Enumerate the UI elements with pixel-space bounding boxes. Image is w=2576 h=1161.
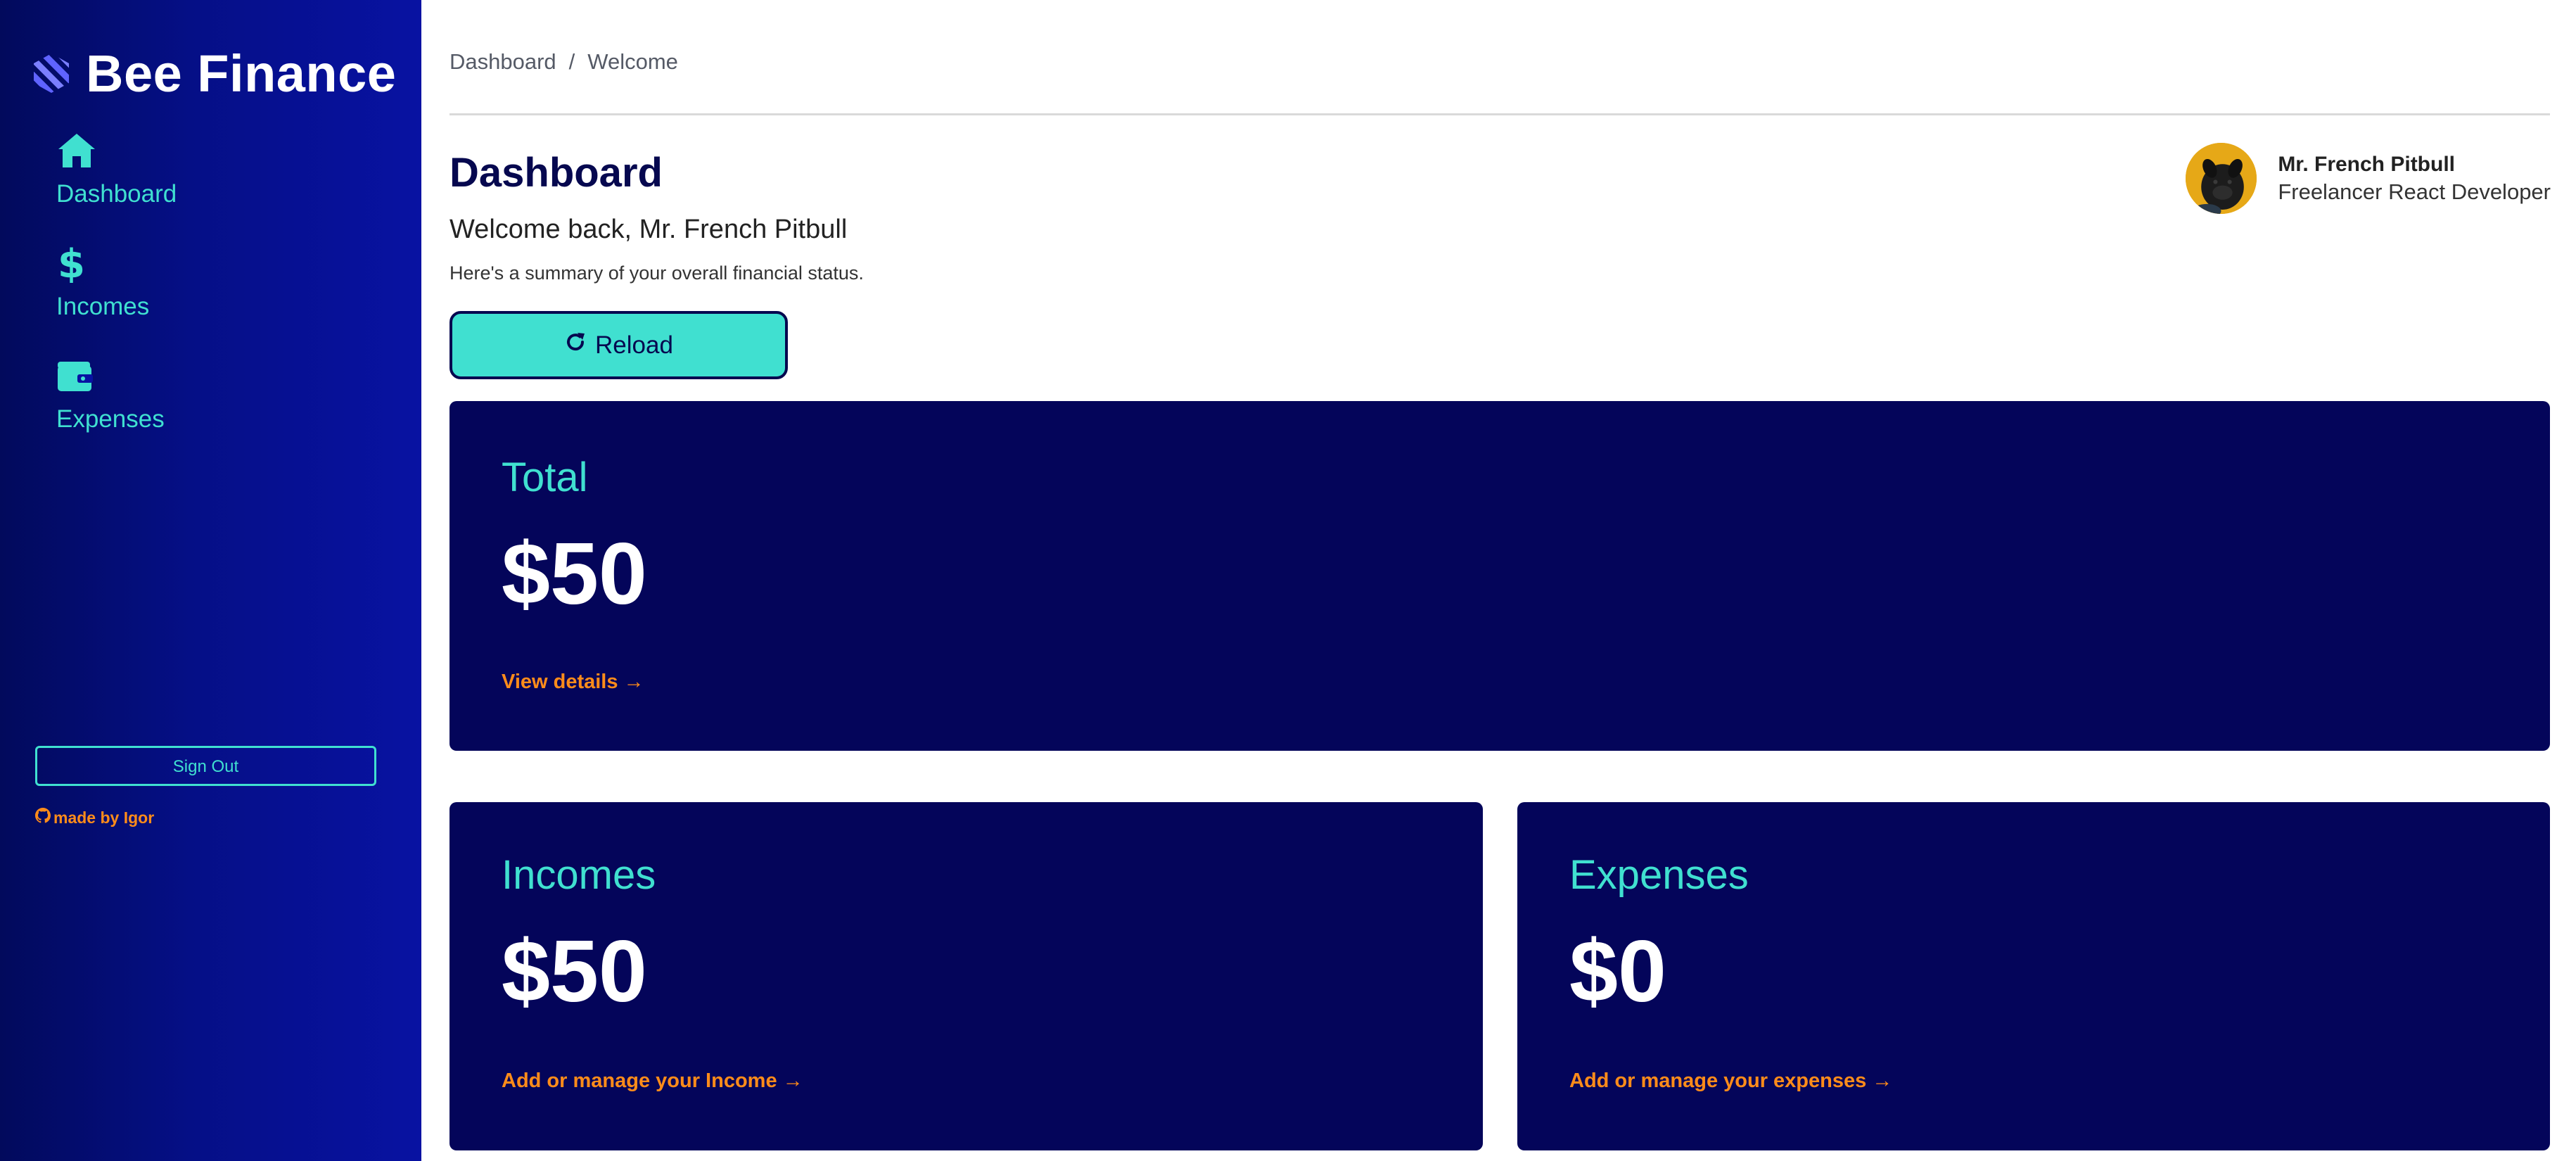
sidebar-item-dashboard[interactable]: Dashboard xyxy=(56,131,380,243)
home-icon xyxy=(56,131,97,170)
expenses-card-value: $0 xyxy=(1569,923,1666,1020)
incomes-card-value: $50 xyxy=(502,923,647,1020)
sidebar-item-expenses[interactable]: Expenses xyxy=(56,356,380,469)
manage-income-link[interactable]: Add or manage your Income → xyxy=(502,1070,803,1093)
reload-button[interactable]: Reload xyxy=(449,311,788,379)
made-by-link[interactable]: made by Igor xyxy=(35,808,154,827)
profile-text: Mr. French Pitbull Freelancer React Deve… xyxy=(2278,151,2551,206)
expenses-card: Expenses $0 Add or manage your expenses → xyxy=(1517,802,2550,1150)
sidebar-nav: Dashboard $ Incomes Expenses xyxy=(56,131,380,469)
made-by-label: made by Igor xyxy=(53,808,155,827)
sidebar-item-label: Incomes xyxy=(56,293,150,320)
total-card-title: Total xyxy=(502,455,588,500)
app-name: Bee Finance xyxy=(86,44,397,103)
reload-label: Reload xyxy=(595,331,673,359)
summary-text: Here's a summary of your overall financi… xyxy=(449,262,864,284)
profile-role: Freelancer React Developer xyxy=(2278,179,2551,204)
breadcrumb-separator: / xyxy=(568,49,575,74)
brand[interactable]: Bee Finance xyxy=(32,41,396,106)
header-divider xyxy=(449,113,2550,115)
breadcrumb-item-dashboard[interactable]: Dashboard xyxy=(449,49,556,74)
svg-text:$: $ xyxy=(58,243,85,283)
sign-out-button[interactable]: Sign Out xyxy=(35,746,376,786)
total-card: Total $50 View details → xyxy=(449,401,2550,751)
avatar xyxy=(2186,143,2257,214)
arrow-right-icon: → xyxy=(1872,1070,1893,1092)
profile-name: Mr. French Pitbull xyxy=(2278,152,2456,176)
expenses-card-title: Expenses xyxy=(1569,852,1749,898)
bee-stripes-logo-icon xyxy=(32,52,70,94)
view-details-link[interactable]: View details → xyxy=(502,671,644,694)
sidebar: Bee Finance Dashboard $ Incomes Expenses… xyxy=(0,0,421,1161)
page-title: Dashboard xyxy=(449,150,663,196)
manage-expenses-label: Add or manage your expenses xyxy=(1569,1070,1867,1092)
breadcrumb-item-welcome: Welcome xyxy=(587,49,678,74)
welcome-message: Welcome back, Mr. French Pitbull xyxy=(449,215,848,244)
sidebar-item-label: Expenses xyxy=(56,405,165,433)
github-icon xyxy=(35,808,53,827)
breadcrumb: Dashboard / Welcome xyxy=(449,49,678,75)
manage-expenses-link[interactable]: Add or manage your expenses → xyxy=(1569,1070,1892,1093)
incomes-card-title: Incomes xyxy=(502,852,656,898)
incomes-card: Incomes $50 Add or manage your Income → xyxy=(449,802,1483,1150)
wallet-icon xyxy=(56,356,97,395)
sidebar-item-incomes[interactable]: $ Incomes xyxy=(56,241,380,356)
arrow-right-icon: → xyxy=(782,1070,803,1092)
refresh-icon xyxy=(564,331,595,360)
total-card-value: $50 xyxy=(502,526,647,623)
sidebar-item-label: Dashboard xyxy=(56,180,177,208)
user-profile[interactable]: Mr. French Pitbull Freelancer React Deve… xyxy=(2186,143,2551,214)
manage-income-label: Add or manage your Income xyxy=(502,1070,777,1092)
main-content: Dashboard / Welcome Dashboard Welcome back… xyxy=(421,0,2576,1161)
dollar-icon: $ xyxy=(56,241,97,287)
view-details-label: View details xyxy=(502,671,618,693)
arrow-right-icon: → xyxy=(623,671,644,693)
